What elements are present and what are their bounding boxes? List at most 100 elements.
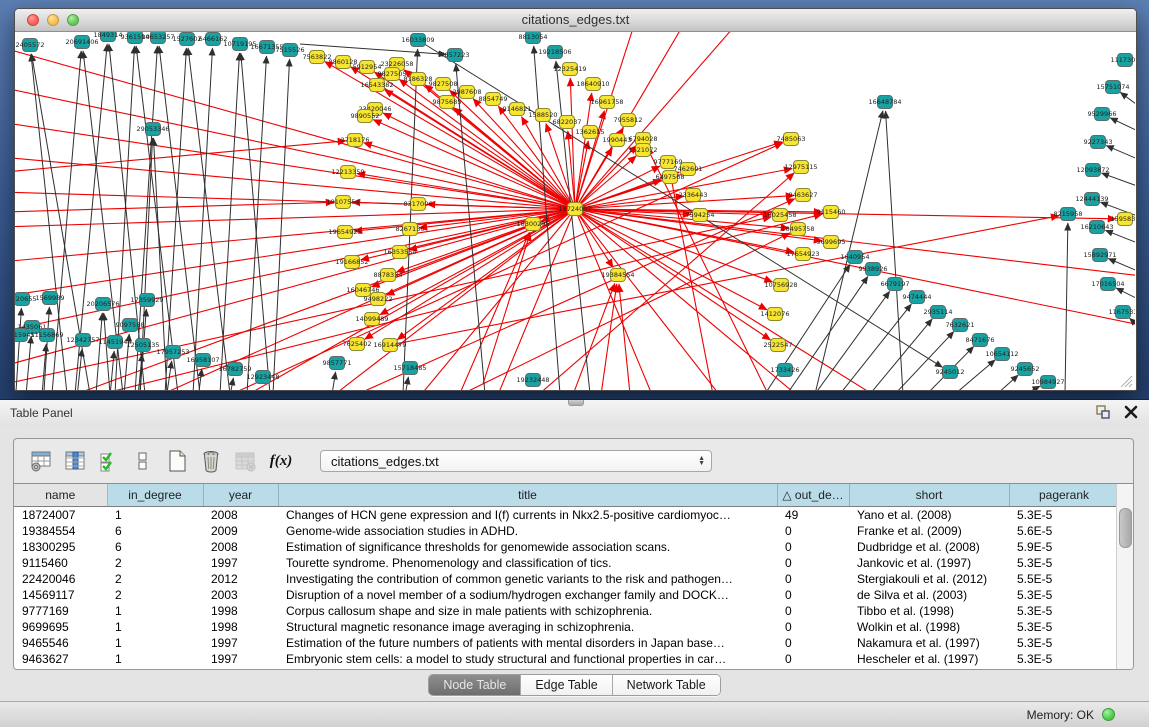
table-row[interactable]: 2242004622012Investigating the contribut…: [14, 571, 1119, 587]
graph-node-teal[interactable]: 1117304: [1111, 54, 1135, 67]
close-panel-icon[interactable]: [1123, 404, 1139, 420]
graph-node-yellow[interactable]: 8267130: [396, 223, 425, 236]
table-row[interactable]: 1938455462009Genome-wide association stu…: [14, 523, 1119, 539]
graph-node-teal[interactable]: 19232448: [516, 374, 549, 387]
graph-node-yellow[interactable]: 1990443: [603, 134, 632, 147]
graph-node-teal[interactable]: 16033809: [401, 34, 434, 47]
tab-network-table[interactable]: Network Table: [613, 675, 720, 695]
graph-node-teal[interactable]: 12342757: [66, 334, 99, 347]
column-chooser-icon[interactable]: [62, 448, 88, 474]
graph-node-yellow[interactable]: 10025458: [763, 209, 796, 222]
graph-edge[interactable]: [575, 209, 1116, 219]
table-row[interactable]: 946362711997Embryonic stem cells: a mode…: [14, 651, 1119, 667]
graph-node-teal[interactable]: 20206576: [86, 298, 119, 311]
graph-edge[interactable]: [15, 217, 771, 384]
graph-node-yellow[interactable]: 8854749: [479, 93, 508, 106]
graph-edge[interactable]: [1025, 386, 1040, 390]
graph-node-teal[interactable]: 10984927: [1031, 376, 1064, 389]
graph-node-yellow[interactable]: 9699695: [817, 236, 846, 249]
graph-node-teal[interactable]: 1527602: [173, 33, 202, 46]
graph-node-yellow[interactable]: 16961758: [590, 96, 623, 109]
graph-node-teal[interactable]: 7515526: [276, 44, 305, 57]
graph-node-teal[interactable]: 12505135: [126, 339, 159, 352]
delete-table-icon[interactable]: [198, 448, 224, 474]
graph-node-yellow[interactable]: 16353554: [383, 246, 416, 259]
graph-node-teal[interactable]: 9245652: [1011, 363, 1040, 376]
graph-node-yellow[interactable]: 2522547: [764, 339, 793, 352]
graph-edge[interactable]: [575, 93, 592, 209]
graph-node-yellow[interactable]: 10756928: [764, 279, 797, 292]
column-header-out_de[interactable]: △ out_de…: [777, 484, 849, 507]
graph-node-teal[interactable]: 10653257: [141, 32, 174, 44]
graph-node-teal[interactable]: 8813054: [519, 32, 548, 44]
tab-edge-table[interactable]: Edge Table: [521, 675, 612, 695]
graph-node-teal[interactable]: 16648784: [868, 96, 901, 109]
graph-edge[interactable]: [193, 48, 212, 390]
column-header-pagerank[interactable]: pagerank: [1009, 484, 1119, 507]
graph-edge[interactable]: [1101, 173, 1135, 187]
graph-edge[interactable]: [188, 48, 230, 390]
graph-node-teal[interactable]: 8471676: [966, 334, 995, 347]
select-all-icon[interactable]: [96, 448, 122, 474]
window-resize-grip[interactable]: [1117, 372, 1133, 388]
graph-node-teal[interactable]: 6679197: [881, 278, 910, 291]
graph-edge[interactable]: [220, 53, 239, 390]
citation-graph[interactable]: 2405572206914061849314936150410653257152…: [15, 32, 1135, 390]
graph-edge[interactable]: [440, 233, 790, 390]
float-panel-icon[interactable]: [1095, 404, 1111, 420]
graph-edge[interactable]: [575, 209, 885, 390]
graph-node-teal[interactable]: 15751074: [1096, 81, 1129, 94]
graph-edge[interactable]: [1065, 223, 1068, 390]
graph-edge[interactable]: [25, 336, 31, 390]
table-settings-icon[interactable]: [28, 448, 54, 474]
graph-edge[interactable]: [15, 202, 334, 212]
graph-edge[interactable]: [571, 283, 615, 390]
panel-splitter-handle[interactable]: [568, 400, 584, 406]
graph-node-yellow[interactable]: 1412076: [761, 308, 790, 321]
graph-node-yellow[interactable]: 7563822: [303, 51, 332, 64]
graph-node-yellow[interactable]: 8317006: [404, 198, 433, 211]
table-row[interactable]: 946554611997Estimation of the future num…: [14, 635, 1119, 651]
table-row[interactable]: 1830029562008Estimation of significance …: [14, 539, 1119, 555]
graph-node-teal[interactable]: 9245012: [936, 366, 965, 379]
graph-node-yellow[interactable]: 9498222: [364, 293, 393, 306]
graph-edge[interactable]: [495, 209, 575, 390]
table-row[interactable]: 1456911722003Disruption of a novel membe…: [14, 587, 1119, 603]
graph-node-yellow[interactable]: 9146821: [503, 103, 532, 116]
table-scrollbar[interactable]: [1116, 484, 1133, 669]
graph-node-teal[interactable]: 7632621: [946, 319, 975, 332]
column-header-short[interactable]: short: [849, 484, 1009, 507]
graph-edge[interactable]: [104, 313, 111, 390]
graph-node-teal[interactable]: 2405572: [16, 39, 45, 52]
graph-edge[interactable]: [165, 48, 186, 390]
network-window-titlebar[interactable]: citations_edges.txt: [15, 9, 1136, 32]
graph-edge[interactable]: [1110, 118, 1135, 132]
graph-edge[interactable]: [1120, 92, 1135, 107]
function-builder-icon[interactable]: f(x): [266, 448, 296, 474]
graph-edge[interactable]: [330, 372, 336, 390]
graph-edge[interactable]: [1105, 230, 1135, 244]
graph-node-yellow[interactable]: 18640910: [576, 78, 609, 91]
graph-node-yellow[interactable]: 1621072: [629, 144, 658, 157]
table-row[interactable]: 1872400712008Changes of HCN gene express…: [14, 507, 1119, 524]
graph-edge[interactable]: [575, 209, 805, 390]
table-row[interactable]: 977716911998Corpus callosum shape and si…: [14, 603, 1119, 619]
graph-node-yellow[interactable]: 1362615: [576, 126, 605, 139]
graph-node-teal[interactable]: 16958107: [186, 354, 219, 367]
graph-node-teal[interactable]: 10654112: [985, 348, 1018, 361]
graph-edge[interactable]: [840, 304, 911, 390]
graph-edge[interactable]: [15, 308, 21, 390]
graph-edge[interactable]: [95, 313, 102, 390]
graph-node-yellow[interactable]: 7955812: [614, 114, 643, 127]
graph-node-yellow[interactable]: 12325419: [553, 63, 586, 76]
graph-edge[interactable]: [15, 209, 575, 227]
graph-node-yellow[interactable]: 8878334: [374, 269, 403, 282]
graph-node-teal[interactable]: 2520655: [15, 293, 36, 306]
column-header-year[interactable]: year: [203, 484, 278, 507]
graph-node-teal[interactable]: 19218506: [538, 46, 571, 59]
graph-node-teal[interactable]: 15718485: [393, 362, 426, 375]
graph-edge[interactable]: [109, 351, 114, 390]
graph-node-teal[interactable]: 7857223: [441, 49, 470, 62]
graph-node-yellow[interactable]: 9115460: [817, 206, 846, 219]
graph-node-teal[interactable]: 9097588: [116, 319, 145, 332]
